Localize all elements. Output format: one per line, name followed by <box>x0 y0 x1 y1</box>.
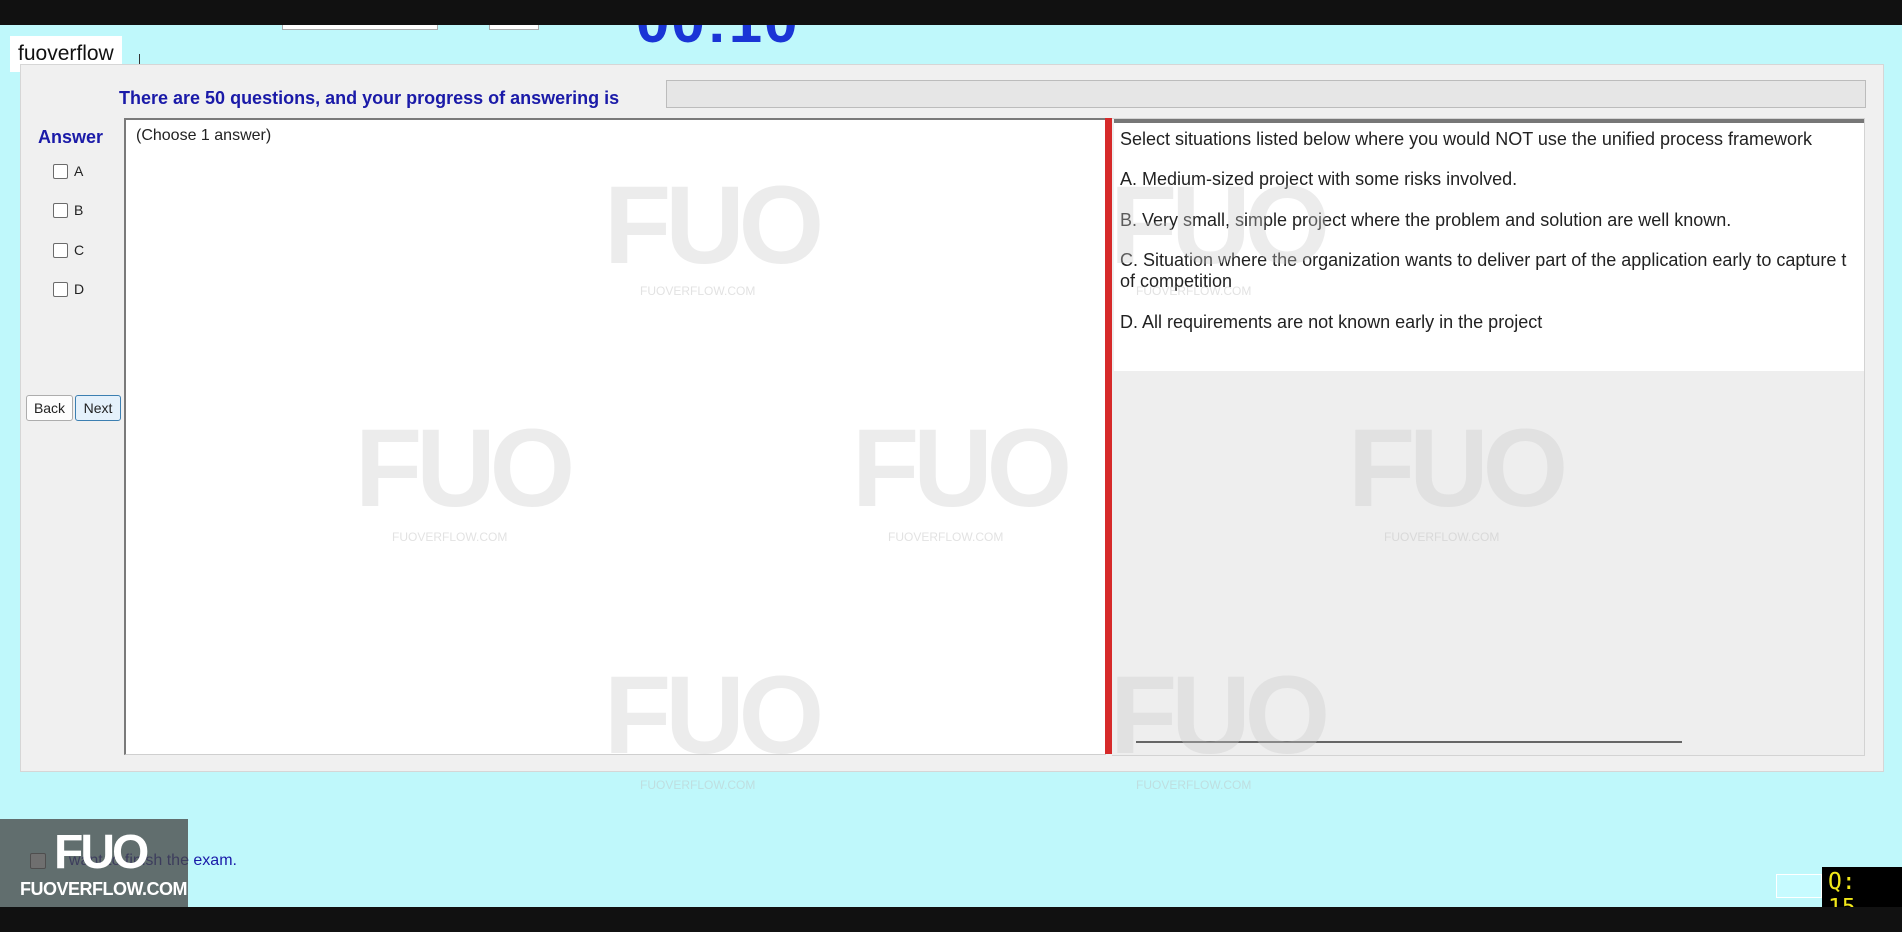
answer-option-label: D <box>74 281 85 297</box>
question-prompt: Select situations listed below where you… <box>1120 129 1813 149</box>
countdown-timer: 00:10 <box>636 25 799 43</box>
answer-option-label: A <box>74 163 84 179</box>
checkbox-icon[interactable] <box>53 242 68 258</box>
back-button[interactable]: Back <box>26 395 73 421</box>
answer-option-d[interactable]: D <box>53 281 84 297</box>
answer-option-a[interactable]: A <box>53 163 83 179</box>
question-content: Select situations listed below where you… <box>1114 119 1864 371</box>
panel-divider[interactable] <box>1105 118 1112 754</box>
progress-bar <box>666 80 1866 108</box>
question-choice-d: D. All requirements are not known early … <box>1120 312 1543 332</box>
watermark-site: FUOVERFLOW.COM <box>640 778 756 792</box>
bottom-black-bar <box>0 907 1902 932</box>
progress-label: There are 50 questions, and your progres… <box>119 88 620 108</box>
checkbox-icon[interactable] <box>53 163 68 179</box>
answer-option-label: B <box>74 202 84 218</box>
question-choice-c: C. Situation where the organization want… <box>1120 250 1846 292</box>
answer-option-label: C <box>74 242 85 258</box>
checkbox-icon[interactable] <box>53 281 68 297</box>
watermark-site: FUOVERFLOW.COM <box>1136 778 1252 792</box>
logo-site-text: FUOVERFLOW.COM <box>20 879 188 899</box>
answer-option-b[interactable]: B <box>53 202 83 218</box>
question-panel: Select situations listed below where you… <box>1112 118 1865 756</box>
small-input-box[interactable] <box>1776 874 1822 898</box>
answer-option-c[interactable]: C <box>53 242 84 258</box>
answer-instruction: (Choose 1 answer) <box>136 127 272 144</box>
question-choice-b: B. Very small, simple project where the … <box>1120 210 1732 230</box>
horizontal-scrollbar[interactable] <box>1136 741 1682 743</box>
question-choice-c-line2: of competition <box>1120 271 1233 291</box>
question-choice-a: A. Medium-sized project with some risks … <box>1120 169 1518 189</box>
top-black-bar <box>0 0 1902 25</box>
fuoverflow-logo-badge: FUO FUOVERFLOW.COM <box>0 819 188 907</box>
next-button[interactable]: Next <box>75 395 121 421</box>
answer-textarea[interactable]: (Choose 1 answer) <box>124 118 1106 755</box>
timer-clip: 00:10 <box>0 25 1902 43</box>
question-choice-c-line1: C. Situation where the organization want… <box>1120 250 1847 270</box>
answer-heading: Answer <box>38 127 104 147</box>
checkbox-icon[interactable] <box>53 202 68 218</box>
logo-icon: FUO <box>54 826 149 879</box>
